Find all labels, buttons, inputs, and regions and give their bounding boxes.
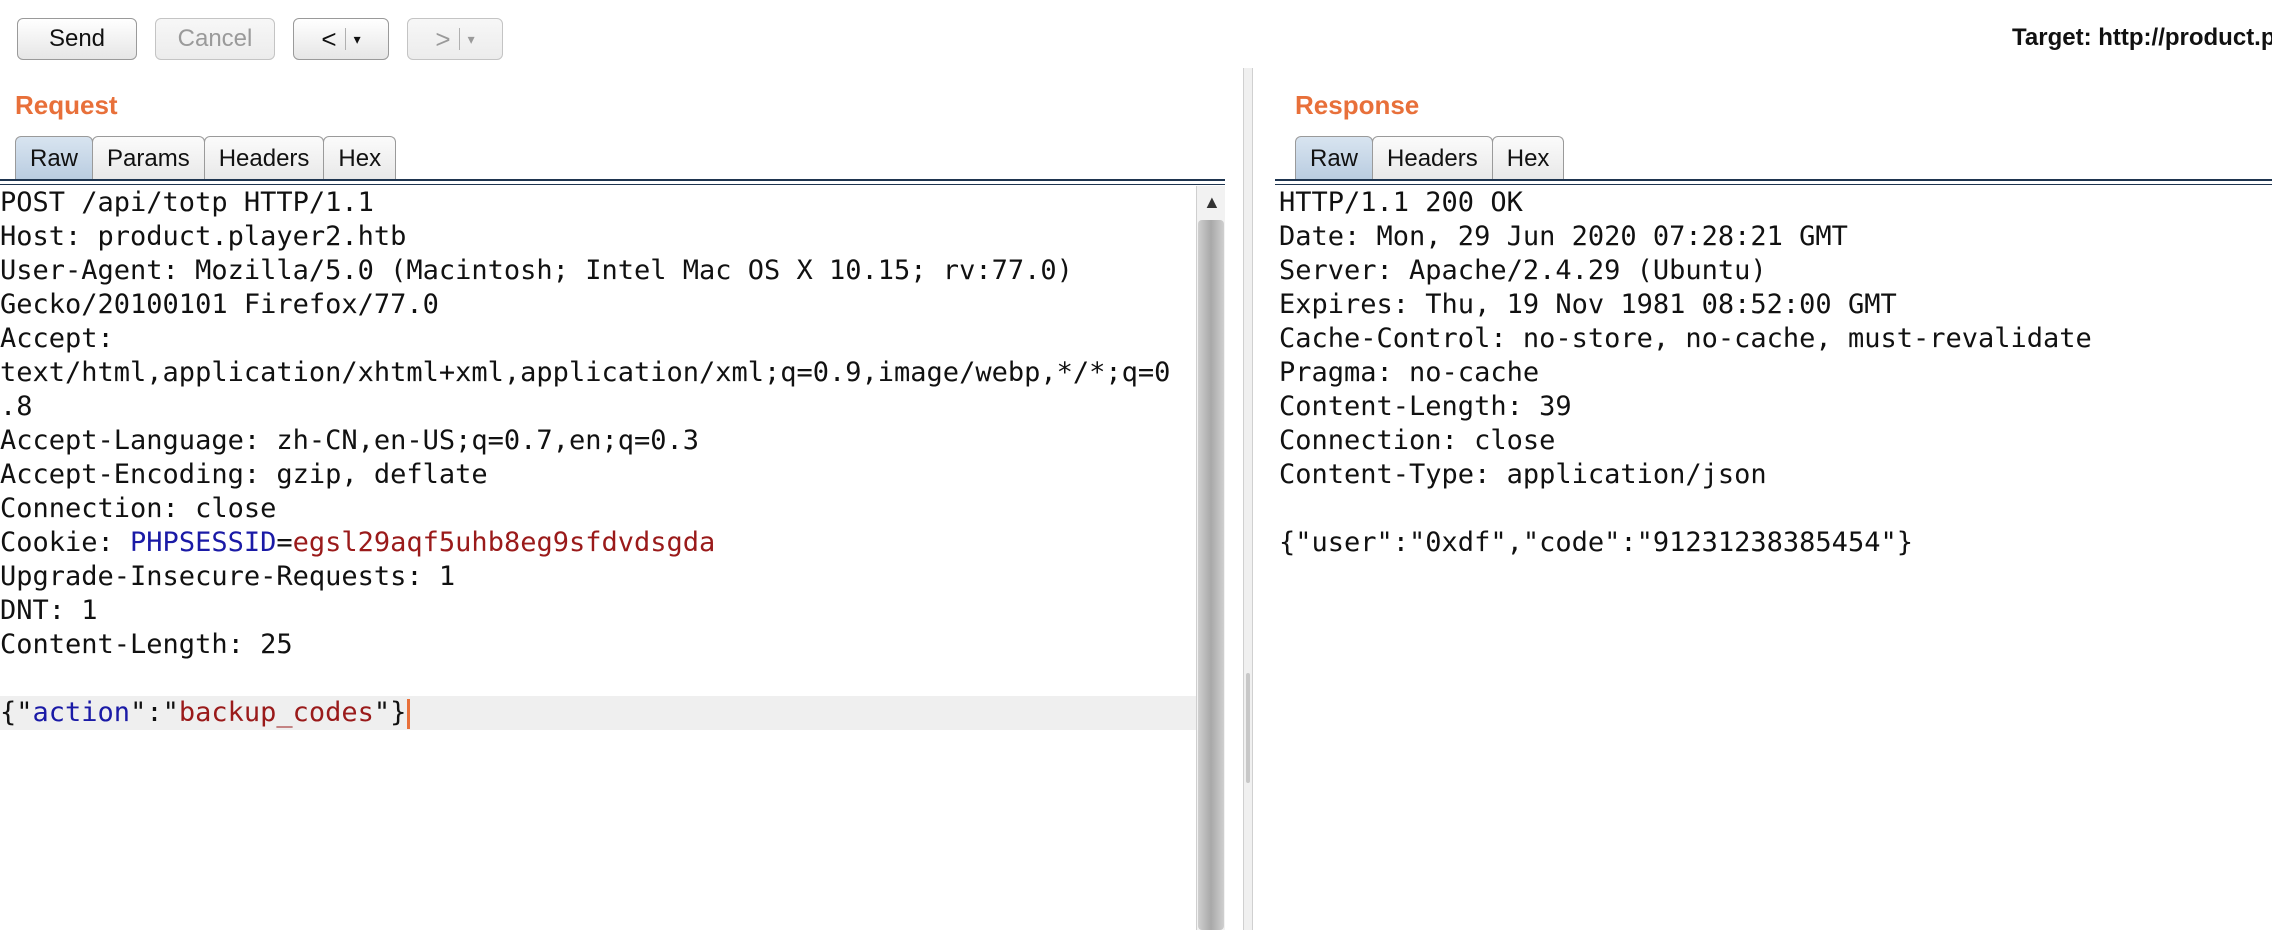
response-line: Server: Apache/2.4.29 (Ubuntu) — [1279, 255, 1767, 286]
response-line: Expires: Thu, 19 Nov 1981 08:52:00 GMT — [1279, 289, 1897, 320]
request-line: Accept-Encoding: gzip, deflate — [0, 459, 488, 490]
body-close: "} — [373, 697, 407, 728]
cookie-name: PHPSESSID — [130, 527, 277, 558]
response-line: Cache-Control: no-store, no-cache, must-… — [1279, 323, 2092, 354]
request-line: Connection: close — [0, 493, 277, 524]
request-line: .8 — [0, 391, 33, 422]
forward-button[interactable]: > ▾ — [407, 18, 503, 60]
request-line: DNT: 1 — [0, 595, 98, 626]
cancel-button[interactable]: Cancel — [155, 18, 275, 60]
request-tab-underline — [0, 179, 1225, 185]
response-line: Connection: close — [1279, 425, 1556, 456]
request-scrollbar[interactable]: ▲ — [1196, 186, 1225, 930]
request-tab-headers[interactable]: Headers — [203, 136, 325, 180]
scrollbar-thumb[interactable] — [1198, 220, 1224, 930]
body-key: action — [32, 697, 131, 728]
request-editor[interactable]: POST /api/totp HTTP/1.1 Host: product.pl… — [0, 186, 1196, 930]
back-arrow-icon: < — [321, 23, 337, 54]
request-tabs: Raw Params Headers Hex — [15, 136, 397, 180]
request-line: Accept-Language: zh-CN,en-US;q=0.7,en;q=… — [0, 425, 699, 456]
response-title: Response — [1295, 90, 1420, 120]
request-line: Upgrade-Insecure-Requests: 1 — [0, 561, 456, 592]
cookie-value: egsl29aqf5uhb8eg9sfdvdsgda — [292, 527, 716, 558]
request-line: Accept: — [0, 323, 114, 354]
send-button[interactable]: Send — [17, 18, 137, 60]
target-label[interactable]: Target: http://product.p — [2012, 24, 2272, 52]
back-dropdown-icon[interactable]: ▾ — [354, 31, 361, 48]
toolbar: Send Cancel < ▾ > ▾ Target: http://produ… — [0, 0, 2272, 70]
cookie-prefix: Cookie: — [0, 527, 131, 558]
body-mid: ":" — [130, 697, 179, 728]
response-tab-underline — [1275, 179, 2272, 185]
response-line: Content-Type: application/json — [1279, 459, 1767, 490]
response-line: HTTP/1.1 200 OK — [1279, 187, 1523, 218]
response-tabs: Raw Headers Hex — [1295, 136, 1565, 180]
button-separator — [344, 28, 346, 50]
request-line: Host: product.player2.htb — [0, 221, 407, 252]
forward-arrow-icon: > — [435, 23, 451, 54]
body-open: {" — [0, 697, 33, 728]
cancel-label: Cancel — [177, 25, 253, 52]
send-label: Send — [48, 25, 106, 52]
divider-grip[interactable] — [1246, 673, 1250, 783]
request-line — [0, 662, 1196, 696]
request-body-line: {"action":"backup_codes"} — [0, 696, 1196, 730]
request-line: User-Agent: Mozilla/5.0 (Macintosh; Inte… — [0, 255, 1073, 286]
request-tab-raw[interactable]: Raw — [15, 136, 94, 180]
response-line: Date: Mon, 29 Jun 2020 07:28:21 GMT — [1279, 221, 1848, 252]
response-line — [1279, 492, 2272, 526]
response-tab-hex[interactable]: Hex — [1491, 136, 1565, 180]
split-divider[interactable] — [1243, 68, 1253, 930]
request-tab-hex[interactable]: Hex — [323, 136, 397, 180]
response-line: Content-Length: 39 — [1279, 391, 1572, 422]
back-button[interactable]: < ▾ — [293, 18, 389, 60]
scroll-up-arrow-icon[interactable]: ▲ — [1203, 192, 1221, 213]
body-value: backup_codes — [178, 697, 374, 728]
cookie-equals: = — [276, 527, 293, 558]
request-cookie-line: Cookie: PHPSESSID=egsl29aqf5uhb8eg9sfdvd… — [0, 526, 1196, 560]
request-tab-params[interactable]: Params — [92, 136, 205, 180]
request-line: Gecko/20100101 Firefox/77.0 — [0, 289, 439, 320]
response-tab-headers[interactable]: Headers — [1372, 136, 1493, 180]
request-line: text/html,application/xhtml+xml,applicat… — [0, 357, 1171, 388]
forward-dropdown-icon[interactable]: ▾ — [468, 31, 475, 48]
request-line: Content-Length: 25 — [0, 629, 293, 660]
request-line: POST /api/totp HTTP/1.1 — [0, 187, 374, 218]
response-editor[interactable]: HTTP/1.1 200 OK Date: Mon, 29 Jun 2020 0… — [1279, 186, 2272, 930]
response-line: Pragma: no-cache — [1279, 357, 1540, 388]
response-body-line: {"user":"0xdf","code":"91231238385454"} — [1279, 527, 1913, 558]
text-cursor — [407, 698, 411, 729]
button-separator — [458, 28, 460, 50]
request-title: Request — [15, 90, 118, 120]
response-tab-raw[interactable]: Raw — [1295, 136, 1374, 180]
